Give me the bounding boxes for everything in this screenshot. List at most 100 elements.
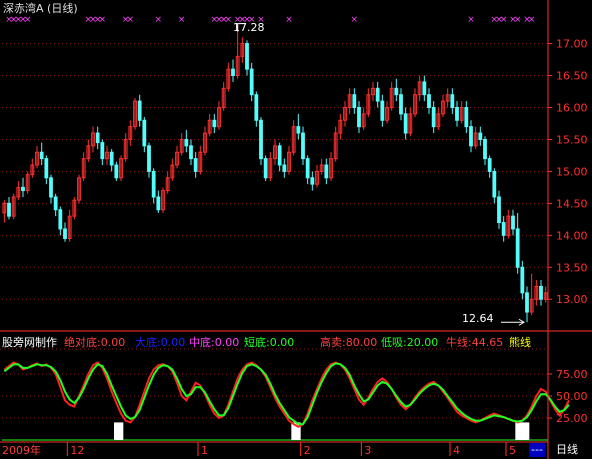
candle (277, 142, 282, 172)
signal-marker: × (155, 15, 163, 25)
candle (44, 155, 49, 185)
candle (77, 174, 81, 204)
signal-marker: × (285, 15, 293, 25)
candle-body (399, 94, 403, 115)
candle (399, 88, 403, 121)
bottom-signal-bar (114, 422, 124, 440)
candle (464, 101, 469, 134)
candle-body (95, 132, 100, 144)
candle (226, 62, 231, 92)
candle (193, 152, 198, 178)
candle (179, 133, 184, 156)
candle (7, 196, 11, 220)
signal-marker: × (225, 15, 233, 25)
candle (263, 155, 268, 181)
candle (422, 75, 427, 102)
candle (147, 142, 151, 178)
candle (105, 145, 109, 166)
candle (165, 171, 170, 194)
more-button[interactable]: --- (529, 443, 545, 457)
candle (478, 126, 483, 146)
indicator-legend-item: 短底:0.00 (244, 336, 295, 349)
candle-body (352, 94, 357, 108)
candle (53, 193, 58, 217)
month-label: 4 (453, 444, 460, 457)
candle-body (539, 285, 543, 300)
candle-body (357, 106, 361, 128)
candle (329, 152, 333, 181)
candle-body (282, 164, 287, 172)
candle-body (380, 100, 385, 121)
candle (245, 40, 249, 76)
candle-body (501, 222, 506, 236)
candle-body (487, 158, 492, 172)
candle (473, 126, 478, 150)
candle-body (464, 106, 469, 128)
indicator-tick-label: 25.00 (556, 412, 588, 425)
signal-markers: ××××× ×××× ×× × × ×××× ×××× × × × × ××× ×× ×× (5, 15, 535, 25)
candle (81, 152, 86, 181)
bottom-signal-bars (114, 422, 530, 440)
candle (291, 120, 296, 156)
candle (161, 187, 165, 213)
indicator-legend-item: 熊线 (509, 336, 531, 349)
candle (109, 149, 114, 172)
candle (137, 94, 142, 127)
candle-body (7, 202, 11, 217)
candle (231, 59, 235, 82)
candle (170, 158, 175, 181)
candle (501, 216, 506, 242)
candle-body (431, 106, 436, 128)
signal-marker: × (528, 15, 536, 25)
candle-body (263, 158, 268, 179)
candle (119, 155, 123, 181)
candle (133, 97, 137, 130)
candle-body (212, 119, 217, 128)
candle (268, 152, 273, 181)
candle (343, 101, 347, 127)
candle-body (497, 196, 501, 224)
candle (189, 139, 193, 166)
candle-body (394, 87, 399, 96)
candle-body (525, 292, 529, 313)
chart-canvas[interactable]: 17.00 16.50 16.00 15.50 15.00 14.50 14.00 13.50… (0, 0, 592, 459)
candle (352, 88, 357, 114)
candle-body (301, 132, 305, 160)
candle (445, 88, 450, 108)
candle (469, 120, 473, 153)
candle (324, 158, 329, 185)
candle (151, 168, 156, 204)
candle-body (492, 170, 497, 198)
candle (483, 136, 487, 166)
indicator-legend-item: 中底:0.00 (189, 336, 240, 349)
candle (529, 273, 534, 316)
candle (492, 168, 497, 204)
candle-body (193, 158, 198, 172)
signal-marker: × (127, 15, 135, 25)
high-price-label: 17.28 (233, 21, 265, 34)
period-label: (日线) (47, 2, 78, 15)
candle (459, 101, 464, 124)
candle (511, 209, 515, 236)
candle (249, 62, 254, 102)
candle-body (483, 138, 487, 160)
price-tick-label: 13.50 (556, 261, 588, 274)
candle-body (21, 186, 25, 192)
candle (184, 129, 189, 153)
candle-body (109, 151, 114, 166)
signal-marker: × (351, 15, 359, 25)
candle-body (324, 164, 329, 179)
candle (525, 286, 529, 323)
candle (100, 139, 105, 166)
candle (254, 91, 259, 127)
candle (520, 260, 525, 300)
price-tick-label: 15.50 (556, 133, 588, 146)
candle-body (511, 215, 515, 230)
candle (413, 88, 417, 118)
candle-body (49, 177, 53, 198)
candle (408, 107, 413, 137)
period-button[interactable]: 日线 (556, 443, 578, 456)
candle (16, 180, 21, 201)
candle (123, 133, 128, 162)
candle (375, 81, 380, 108)
